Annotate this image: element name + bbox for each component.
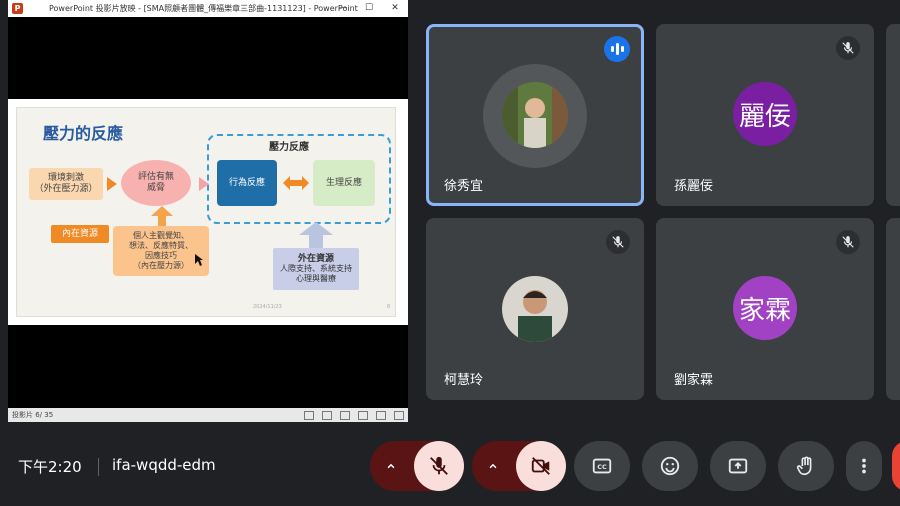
ppt-titlebar: P PowerPoint 投影片放映 - [SMA照顧者團體_傳福樂章三部曲-1… bbox=[8, 0, 408, 17]
mic-control-group bbox=[370, 441, 464, 491]
slide: 壓力的反應 壓力反應 環境刺激 （外在壓力源） 評估有無 威脅 行為反應 生理反… bbox=[8, 99, 408, 325]
chevron-up-icon bbox=[489, 463, 497, 469]
evaluate-text: 評估有無 威脅 bbox=[137, 172, 174, 193]
raise-hand-button[interactable] bbox=[778, 441, 834, 491]
close-button[interactable]: ✕ bbox=[382, 0, 408, 17]
slideshow-view-icon[interactable] bbox=[340, 411, 350, 420]
present-screen-icon bbox=[728, 458, 748, 474]
closed-caption-icon: CC bbox=[592, 458, 612, 474]
arrow-env-to-eval bbox=[107, 177, 117, 191]
behavior-response-box: 行為反應 bbox=[217, 160, 277, 206]
env-stimulus-text: 環境刺激 （外在壓力源） bbox=[34, 173, 98, 194]
videocam-off-icon bbox=[531, 457, 550, 475]
inner-resources-text: 內在資源 bbox=[61, 228, 98, 239]
mic-toggle-button[interactable] bbox=[414, 441, 464, 491]
mouse-cursor-icon bbox=[195, 254, 203, 266]
personal-factors-text: 個人主觀覺知、 想法、反應特質、 因應技巧 （內在壓力源） bbox=[129, 231, 193, 270]
up-arrow-orange-icon bbox=[151, 206, 173, 228]
avatar-photo-icon bbox=[502, 82, 568, 148]
avatar bbox=[502, 82, 568, 148]
personal-factors-box: 個人主觀覺知、 想法、反應特質、 因應技巧 （內在壓力源） bbox=[113, 226, 209, 276]
participant-tile-3[interactable]: 柯慧玲 bbox=[426, 218, 644, 400]
minimize-button[interactable]: — bbox=[330, 0, 356, 17]
speaking-indicator-icon bbox=[604, 36, 630, 62]
meeting-code[interactable]: ifa-wqdd-edm bbox=[112, 456, 216, 474]
participant-tile-partial-2[interactable] bbox=[886, 218, 900, 400]
more-vert-icon bbox=[862, 458, 866, 474]
sorter-view-icon[interactable] bbox=[358, 411, 368, 420]
present-button[interactable] bbox=[710, 441, 766, 491]
participant-tile-partial-1[interactable] bbox=[886, 24, 900, 206]
camera-toggle-button[interactable] bbox=[516, 441, 566, 491]
raise-hand-icon bbox=[796, 456, 812, 476]
participant-tile-2[interactable]: 麗佞 孫麗佞 bbox=[656, 24, 874, 206]
participant-name: 徐秀宜 bbox=[444, 179, 484, 194]
inner-resources-label: 內在資源 bbox=[51, 225, 109, 243]
avatar-initials: 家霖 bbox=[738, 295, 791, 326]
participant-name: 孫麗佞 bbox=[674, 179, 714, 194]
powerpoint-logo-icon: P bbox=[12, 3, 23, 14]
avatar-initials: 麗佞 bbox=[738, 101, 791, 132]
outline-view-icon[interactable] bbox=[322, 411, 332, 420]
leave-call-button[interactable] bbox=[892, 441, 900, 491]
slide-footer-page: 6 bbox=[387, 304, 391, 310]
camera-options-button[interactable] bbox=[482, 455, 504, 477]
physio-response-text: 生理反應 bbox=[325, 177, 362, 188]
mic-off-icon bbox=[430, 456, 448, 475]
captions-button[interactable]: CC bbox=[574, 441, 630, 491]
stress-response-label: 壓力反應 bbox=[269, 142, 309, 153]
avatar: 麗佞 bbox=[733, 82, 797, 146]
mic-off-icon bbox=[836, 36, 860, 60]
avatar: 家霖 bbox=[733, 276, 797, 340]
emoji-icon bbox=[660, 456, 680, 476]
reading-view-icon[interactable] bbox=[376, 411, 386, 420]
behavior-response-text: 行為反應 bbox=[228, 177, 265, 188]
svg-text:CC: CC bbox=[597, 463, 607, 471]
camera-control-group bbox=[472, 441, 566, 491]
emoji-button[interactable] bbox=[642, 441, 698, 491]
slide-footer-date: 2024/11/23 bbox=[253, 304, 282, 310]
normal-view-icon[interactable] bbox=[304, 411, 314, 420]
mic-options-button[interactable] bbox=[380, 455, 402, 477]
participant-name: 劉家霖 bbox=[674, 373, 714, 388]
fit-view-icon[interactable] bbox=[394, 411, 404, 420]
window-controls: — ☐ ✕ bbox=[330, 0, 408, 17]
ppt-status-bar: 投影片 6/ 35 bbox=[8, 408, 408, 422]
slide-counter: 投影片 6/ 35 bbox=[12, 411, 54, 419]
maximize-button[interactable]: ☐ bbox=[356, 0, 382, 17]
mic-off-icon bbox=[606, 230, 630, 254]
participant-tile-1[interactable]: 徐秀宜 bbox=[426, 24, 644, 206]
status-icons bbox=[304, 411, 404, 420]
physio-response-box: 生理反應 bbox=[313, 160, 375, 206]
meeting-clock: 下午2:20 bbox=[18, 458, 82, 476]
external-resources-title: 外在資源 bbox=[297, 254, 334, 264]
powerpoint-window: P PowerPoint 投影片放映 - [SMA照顧者團體_傳福樂章三部曲-1… bbox=[8, 0, 408, 422]
chevron-up-icon bbox=[387, 463, 395, 469]
up-arrow-blue-icon bbox=[299, 222, 333, 248]
double-arrow-icon bbox=[283, 176, 309, 190]
arrow-eval-to-response bbox=[199, 177, 209, 191]
divider bbox=[98, 458, 99, 476]
avatar-photo-icon bbox=[502, 276, 568, 342]
avatar bbox=[502, 276, 568, 342]
evaluate-threat-oval: 評估有無 威脅 bbox=[121, 160, 191, 206]
mic-off-icon bbox=[836, 230, 860, 254]
slide-content: 壓力的反應 壓力反應 環境刺激 （外在壓力源） 評估有無 威脅 行為反應 生理反… bbox=[16, 107, 396, 317]
external-resources-box: 外在資源 人際支持、系統支持 心理與醫療 bbox=[273, 248, 359, 290]
participant-tile-4[interactable]: 家霖 劉家霖 bbox=[656, 218, 874, 400]
slide-title: 壓力的反應 bbox=[43, 124, 124, 143]
external-resources-text: 人際支持、系統支持 心理與醫療 bbox=[280, 264, 352, 283]
participant-name: 柯慧玲 bbox=[444, 373, 484, 388]
more-options-button[interactable] bbox=[846, 441, 882, 491]
ppt-window-title: PowerPoint 投影片放映 - [SMA照顧者團體_傳福樂章三部曲-113… bbox=[49, 4, 358, 13]
env-stimulus-box: 環境刺激 （外在壓力源） bbox=[29, 168, 103, 200]
